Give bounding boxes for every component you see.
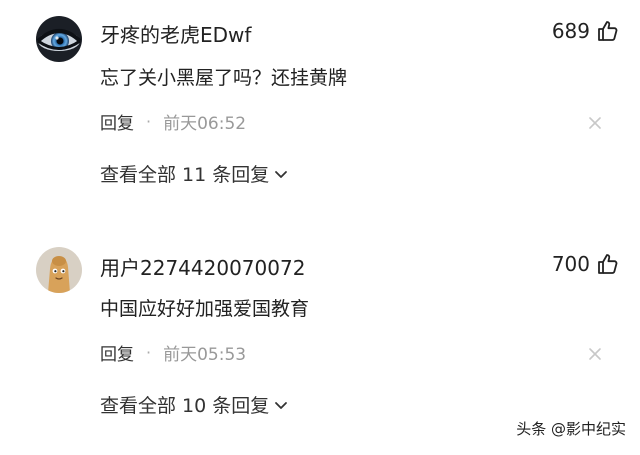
close-icon[interactable] bbox=[588, 116, 602, 130]
avatar[interactable] bbox=[36, 247, 82, 293]
like-group[interactable]: 689 bbox=[552, 19, 620, 43]
chevron-down-icon bbox=[275, 170, 288, 178]
like-group[interactable]: 700 bbox=[552, 252, 620, 276]
username[interactable]: 用户2274420070072 bbox=[100, 252, 305, 281]
view-replies-label: 查看全部 10 条回复 bbox=[100, 395, 270, 417]
like-count: 700 bbox=[551, 252, 590, 276]
like-count: 689 bbox=[551, 19, 590, 43]
eye-avatar-icon bbox=[36, 16, 82, 62]
timestamp: 前天06:52 bbox=[163, 114, 247, 134]
chevron-down-icon bbox=[275, 401, 288, 409]
watermark: 头条 @影中纪实 bbox=[516, 420, 626, 438]
separator-dot: · bbox=[146, 112, 152, 131]
username[interactable]: 牙疼的老虎EDwf bbox=[100, 19, 251, 48]
view-replies-link[interactable]: 查看全部 11 条回复 bbox=[100, 160, 289, 187]
avatar[interactable] bbox=[36, 16, 82, 62]
view-replies-link[interactable]: 查看全部 10 条回复 bbox=[100, 391, 289, 418]
thumbs-up-icon[interactable] bbox=[596, 19, 620, 43]
comment-item: 牙疼的老虎EDwf 689 忘了关小黑屋了吗？还挂黄牌 回复 · 前天06:52… bbox=[0, 0, 640, 225]
comment-meta: 回复 · 前天06:52 bbox=[100, 109, 246, 134]
reply-button[interactable]: 回复 bbox=[100, 340, 134, 365]
reply-button[interactable]: 回复 bbox=[100, 109, 134, 134]
thumbs-up-icon[interactable] bbox=[596, 252, 620, 276]
separator-dot: · bbox=[146, 343, 152, 362]
timestamp: 前天05:53 bbox=[163, 345, 247, 365]
view-replies-label: 查看全部 11 条回复 bbox=[100, 164, 270, 186]
cartoon-avatar-icon bbox=[36, 247, 82, 293]
comment-text: 忘了关小黑屋了吗？还挂黄牌 bbox=[100, 67, 348, 89]
close-icon[interactable] bbox=[588, 347, 602, 361]
comment-text: 中国应好好加强爱国教育 bbox=[100, 298, 310, 320]
comment-meta: 回复 · 前天05:53 bbox=[100, 340, 246, 365]
